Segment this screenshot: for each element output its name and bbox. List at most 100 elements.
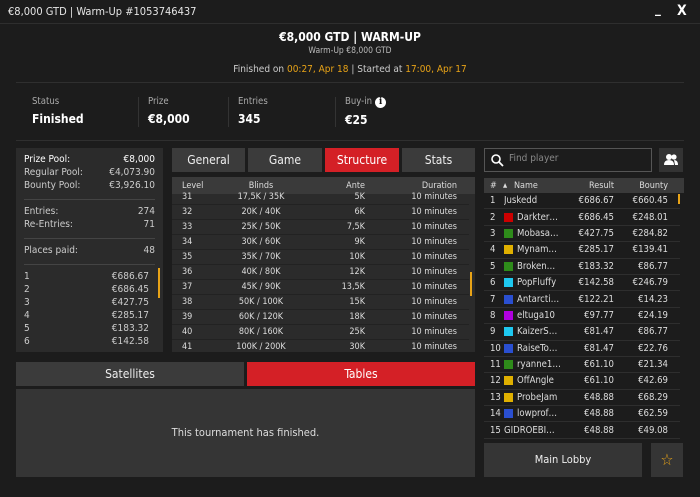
table-row: 39 60K / 120K 18K 10 minutes — [172, 310, 469, 325]
tab-tables[interactable]: Tables — [247, 362, 475, 386]
find-player-input[interactable] — [509, 153, 644, 164]
player-rank: 9 — [490, 326, 496, 338]
table-row: 35 35K / 70K 10K 10 minutes — [172, 250, 469, 265]
player-bounty: €24.19 — [638, 309, 668, 321]
favorite-button[interactable]: ☆ — [651, 443, 683, 477]
stat-value: €8,000 — [148, 112, 190, 126]
player-bounty: €22.76 — [638, 342, 668, 354]
cell: 60K / 120K — [238, 312, 284, 322]
player-bounty: €49.08 — [638, 424, 668, 436]
pool-row: Bounty Pool: €3,926.10 — [24, 180, 155, 193]
sort-ascending-icon[interactable]: ▲ — [498, 182, 514, 189]
scrollbar[interactable] — [678, 194, 680, 204]
col-bounty[interactable]: Bounty — [614, 181, 668, 191]
player-row[interactable]: 5 Broken… €183.32 €86.77 — [484, 259, 680, 275]
player-result: €48.88 — [584, 408, 614, 420]
col-rank[interactable]: # — [484, 181, 498, 191]
scrollbar[interactable] — [470, 272, 472, 296]
player-name: PopFluffy — [517, 277, 557, 289]
pool-row-label: Regular Pool: — [24, 167, 83, 178]
tab-stats[interactable]: Stats — [402, 148, 475, 172]
find-player-field[interactable] — [484, 148, 652, 172]
player-row[interactable]: 7 Antarcti… €122.21 €14.23 — [484, 291, 680, 308]
player-name-cell: Broken… — [504, 261, 564, 272]
player-name-cell: Darkter… — [504, 212, 564, 223]
player-row[interactable]: 4 Mynam… €285.17 €139.41 — [484, 242, 680, 259]
player-row[interactable]: 15 GIDROEBI… €48.88 €49.08 — [484, 422, 680, 439]
country-flag-icon — [504, 278, 513, 288]
cell: 10 minutes — [411, 282, 457, 292]
cell: 30K — [349, 342, 365, 352]
player-name: Mobasa… — [517, 227, 559, 239]
col-blinds: Blinds — [248, 180, 274, 191]
col-ante: Ante — [346, 180, 365, 191]
divider — [335, 97, 336, 127]
player-name-cell: ProbeJam — [504, 392, 564, 403]
cell: 40K / 80K — [241, 267, 281, 277]
player-row[interactable]: 2 Darkter… €686.45 €248.01 — [484, 209, 680, 226]
col-name[interactable]: Name — [514, 181, 564, 191]
tab-satellites[interactable]: Satellites — [16, 362, 244, 386]
player-rank: 1 — [490, 195, 496, 207]
player-row[interactable]: 6 PopFluffy €142.58 €246.79 — [484, 275, 680, 292]
player-row[interactable]: 11 ryanne1… €61.10 €21.34 — [484, 357, 680, 374]
table-row: 41 100K / 200K 30K 10 minutes — [172, 340, 469, 352]
stat-status: Status Finished — [32, 96, 84, 126]
info-icon[interactable]: i — [375, 97, 387, 108]
players-table: # ▲ Name Result Bounty 1 Juskedd €686.67 €6… — [484, 178, 684, 440]
player-row[interactable]: 8 eltuga10 €97.77 €24.19 — [484, 308, 680, 325]
player-result: €686.45 — [578, 211, 614, 223]
player-rank: 11 — [490, 359, 501, 371]
player-name-cell: Juskedd — [504, 195, 564, 206]
player-row[interactable]: 3 Mobasa… €427.75 €284.82 — [484, 226, 680, 243]
pool-row-label: Bounty Pool: — [24, 180, 81, 191]
search-icon — [491, 154, 504, 167]
tab-general[interactable]: General — [172, 148, 245, 172]
tab-structure[interactable]: Structure — [325, 148, 399, 172]
cell: 35K / 70K — [241, 252, 281, 262]
close-button[interactable]: X — [677, 3, 687, 19]
player-row[interactable]: 14 lowprof… €48.88 €62.59 — [484, 406, 680, 423]
main-lobby-button[interactable]: Main Lobby — [484, 443, 642, 477]
payout-row-label: 2 — [24, 284, 30, 295]
prize-panel: Prize Pool: €8,000 Regular Pool: €4,073.90 B… — [16, 148, 163, 352]
player-bounty: €86.77 — [638, 326, 668, 338]
cell: 10 minutes — [411, 297, 457, 307]
player-name: GIDROEBI… — [504, 424, 555, 436]
player-result: €427.75 — [578, 227, 614, 239]
cell: 10 minutes — [411, 342, 457, 352]
cell: 37 — [182, 282, 193, 292]
users-button[interactable] — [659, 148, 683, 172]
player-row[interactable]: 9 KaizerS… €81.47 €86.77 — [484, 324, 680, 341]
stat-prize: Prize €8,000 — [148, 96, 190, 126]
cell: 45K / 90K — [241, 282, 281, 292]
player-result: €183.32 — [578, 260, 614, 272]
finished-label: Finished on — [233, 64, 287, 75]
cell: 30K / 60K — [241, 237, 281, 247]
player-row[interactable]: 10 RaiseTo… €81.47 €22.76 — [484, 341, 680, 357]
entries-row-label: Entries: — [24, 206, 59, 217]
player-name-cell: Antarcti… — [504, 294, 564, 305]
cell: 25K — [349, 327, 365, 337]
table-row: 38 50K / 100K 15K 10 minutes — [172, 295, 469, 310]
scrollbar[interactable] — [158, 268, 160, 298]
player-result: €97.77 — [584, 309, 614, 321]
tournament-times: Finished on 00:27, Apr 18 | Started at 1… — [0, 64, 700, 75]
tab-game[interactable]: Game — [248, 148, 322, 172]
player-row[interactable]: 1 Juskedd €686.67 €660.45 — [484, 193, 680, 210]
player-row[interactable]: 12 OffAngle €61.10 €42.69 — [484, 373, 680, 390]
minimize-button[interactable]: _ — [655, 2, 661, 17]
payout-row-value: €427.75 — [111, 297, 149, 308]
col-result[interactable]: Result — [564, 181, 614, 191]
player-row[interactable]: 13 ProbeJam €48.88 €68.29 — [484, 390, 680, 407]
payout-row: 6 €142.58 — [24, 336, 149, 349]
stat-entries: Entries 345 — [238, 96, 268, 126]
country-flag-icon — [504, 261, 513, 271]
player-result: €686.67 — [578, 195, 614, 207]
player-bounty: €248.01 — [632, 211, 668, 223]
cell: 5K — [354, 192, 365, 202]
player-rank: 7 — [490, 293, 496, 305]
player-bounty: €284.82 — [632, 227, 668, 239]
country-flag-icon — [504, 212, 513, 222]
table-row: 31 17,5K / 35K 5K 10 minutes — [172, 190, 469, 205]
